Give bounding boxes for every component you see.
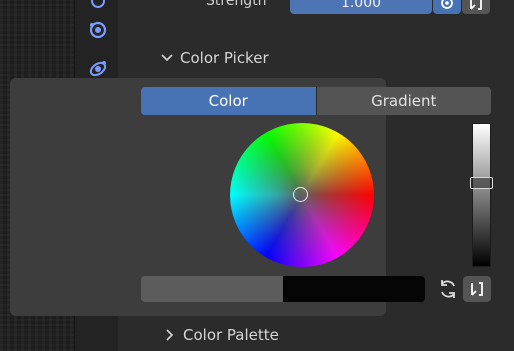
color-wheel-cursor[interactable]: [293, 187, 308, 202]
brush-pressure-icon: [470, 0, 482, 10]
strength-pressure-toggle[interactable]: [433, 0, 461, 14]
strength-field[interactable]: 1.000: [290, 0, 432, 14]
primary-color-swatch[interactable]: [141, 276, 283, 302]
tab-gradient[interactable]: Gradient: [316, 87, 491, 115]
modifier-icon[interactable]: [87, 19, 109, 41]
secondary-color-swatch[interactable]: [283, 276, 425, 302]
brush-pressure-icon: [471, 282, 483, 296]
color-picker-header[interactable]: Color Picker: [160, 49, 269, 67]
strength-label: Strength: [206, 0, 267, 9]
value-slider-handle[interactable]: [470, 177, 493, 189]
color-mapping-button[interactable]: [463, 276, 491, 302]
color-palette-title: Color Palette: [183, 326, 279, 344]
chevron-down-icon: [161, 54, 173, 62]
tab-partial-top[interactable]: [87, 0, 109, 12]
tab-color[interactable]: Color: [141, 87, 316, 115]
swap-colors-icon[interactable]: [437, 278, 459, 300]
color-swatches: [141, 276, 425, 302]
pressure-icon: [441, 0, 453, 9]
strength-mapping-button[interactable]: [462, 0, 490, 14]
color-picker-title: Color Picker: [180, 49, 269, 67]
color-palette-header[interactable]: Color Palette: [163, 326, 279, 344]
physics-icon[interactable]: [87, 58, 109, 80]
value-slider[interactable]: [472, 123, 491, 267]
color-mode-tabs: Color Gradient: [141, 87, 491, 115]
chevron-right-icon: [166, 329, 174, 341]
